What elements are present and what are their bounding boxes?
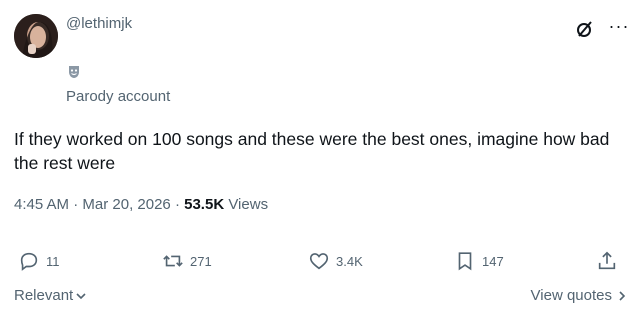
chevron-down-icon — [76, 292, 86, 299]
tweet-meta: 4:45 AM · Mar 20, 2026 · 53.5K Views — [14, 196, 268, 213]
tweet-time[interactable]: 4:45 AM — [14, 196, 69, 213]
view-quotes-link[interactable]: View quotes — [531, 287, 628, 304]
grok-icon[interactable] — [574, 18, 596, 40]
retweet-button[interactable]: 271 — [162, 250, 212, 272]
view-quotes-label: View quotes — [530, 287, 612, 304]
avatar[interactable] — [14, 14, 58, 58]
reply-button[interactable]: 11 — [18, 250, 60, 272]
more-icon[interactable]: ··· — [608, 15, 630, 37]
bookmark-button[interactable]: 147 — [454, 250, 504, 272]
bookmark-icon — [458, 252, 472, 271]
reply-count: 11 — [46, 253, 60, 269]
author-handle[interactable]: @lethimjk — [66, 15, 132, 32]
tweet-date[interactable]: Mar 20, 2026 — [82, 196, 170, 213]
top-actions: ··· — [574, 15, 630, 40]
bookmark-count: 147 — [482, 253, 504, 269]
retweet-icon — [163, 255, 183, 267]
parody-label: Parody account — [66, 88, 171, 105]
theater-mask-icon — [66, 64, 82, 80]
like-button[interactable]: 3.4K — [308, 250, 363, 272]
action-bar: 11 271 3.4K 147 — [14, 250, 630, 278]
views-count: 53.5K — [184, 196, 225, 213]
share-icon — [598, 251, 616, 270]
share-button[interactable] — [596, 250, 618, 272]
sort-dropdown[interactable]: Relevant — [14, 287, 87, 304]
meta-separator: · — [73, 196, 79, 213]
chevron-right-icon — [619, 290, 626, 301]
meta-separator: · — [174, 196, 180, 213]
sort-label: Relevant — [14, 287, 74, 304]
reply-icon — [20, 252, 38, 271]
heart-icon — [309, 253, 329, 270]
retweet-count: 271 — [190, 253, 212, 269]
avatar-image — [14, 14, 58, 58]
tweet-text: If they worked on 100 songs and these we… — [14, 129, 610, 173]
views-label: Views — [228, 196, 269, 213]
reply-footer: Relevant View quotes — [14, 287, 628, 304]
like-count: 3.4K — [336, 253, 363, 269]
